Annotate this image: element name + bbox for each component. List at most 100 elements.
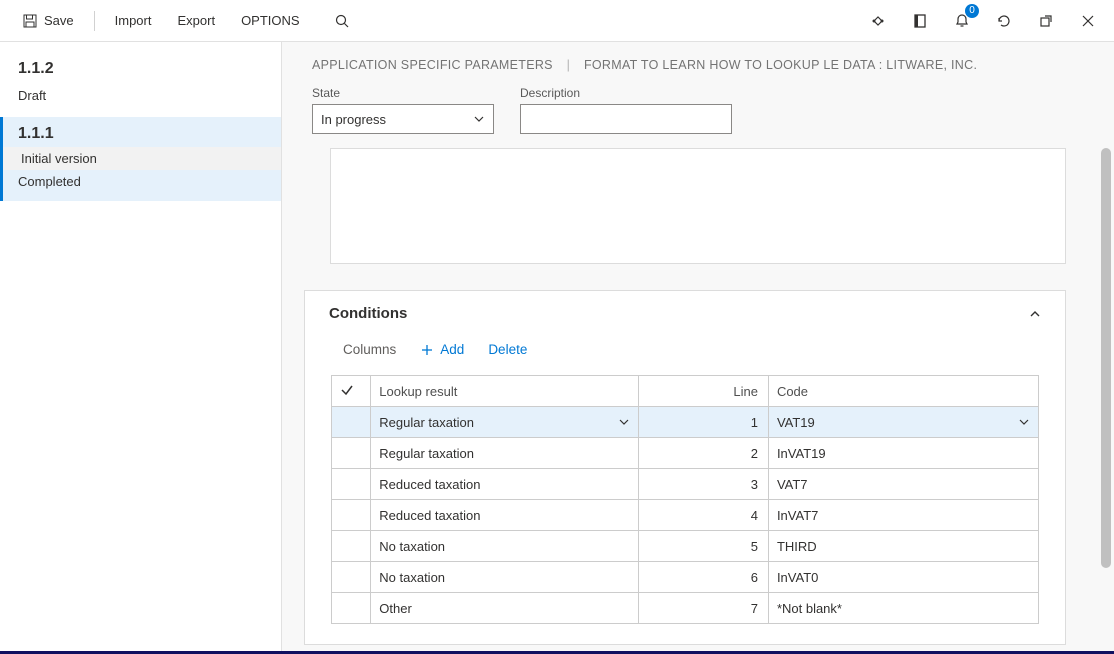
code-cell[interactable]: THIRD — [768, 531, 1038, 562]
delete-button[interactable]: Delete — [488, 342, 527, 357]
line-cell[interactable]: 6 — [638, 562, 768, 593]
version-number: 1.1.2 — [18, 60, 263, 78]
lookup-cell[interactable]: Regular taxation — [371, 407, 639, 438]
lookup-cell[interactable]: Reduced taxation — [371, 500, 639, 531]
lookup-value: Regular taxation — [379, 415, 474, 430]
separator — [94, 11, 95, 31]
row-check-cell[interactable] — [332, 593, 371, 624]
sidebar: 1.1.2 Draft 1.1.1 Initial version Comple… — [0, 42, 282, 654]
popout-icon — [1038, 13, 1054, 29]
notification-button[interactable]: 0 — [948, 7, 976, 35]
table-row[interactable]: Reduced taxation4InVAT7 — [332, 500, 1039, 531]
plus-icon — [420, 343, 434, 357]
form-row: State In progress Description — [312, 86, 1084, 134]
description-input[interactable] — [520, 104, 732, 134]
chevron-down-icon — [1018, 416, 1030, 428]
conditions-actions: Columns Add Delete — [305, 336, 1065, 369]
close-button[interactable] — [1074, 7, 1102, 35]
row-check-cell[interactable] — [332, 531, 371, 562]
refresh-button[interactable] — [990, 7, 1018, 35]
add-button[interactable]: Add — [420, 342, 464, 357]
table-row[interactable]: No taxation5THIRD — [332, 531, 1039, 562]
table-row[interactable]: Reduced taxation3VAT7 — [332, 469, 1039, 500]
blank-panel — [330, 148, 1066, 264]
office-icon-button[interactable] — [906, 7, 934, 35]
line-cell[interactable]: 7 — [638, 593, 768, 624]
toolbar-right: 0 — [864, 7, 1102, 35]
code-cell[interactable]: VAT7 — [768, 469, 1038, 500]
table-row[interactable]: Other7*Not blank* — [332, 593, 1039, 624]
lookup-cell[interactable]: Reduced taxation — [371, 469, 639, 500]
line-cell[interactable]: 4 — [638, 500, 768, 531]
row-check-cell[interactable] — [332, 562, 371, 593]
conditions-card: Conditions Columns Add Delete Loo — [304, 290, 1066, 645]
code-cell[interactable]: VAT19 — [768, 407, 1038, 438]
version-item-1-1-1[interactable]: 1.1.1 Initial version Completed — [0, 117, 281, 201]
content-area: APPLICATION SPECIFIC PARAMETERS | FORMAT… — [282, 42, 1114, 654]
description-field: Description — [520, 86, 732, 134]
refresh-icon — [996, 13, 1012, 29]
state-value: In progress — [321, 112, 386, 127]
lookup-cell[interactable]: Other — [371, 593, 639, 624]
export-button[interactable]: Export — [167, 7, 225, 34]
table-row[interactable]: No taxation6InVAT0 — [332, 562, 1039, 593]
conditions-header[interactable]: Conditions — [305, 291, 1065, 336]
version-number: 1.1.1 — [18, 125, 263, 143]
options-button[interactable]: OPTIONS — [231, 7, 310, 34]
notification-badge: 0 — [965, 4, 979, 18]
header-line[interactable]: Line — [638, 376, 768, 407]
conditions-table: Lookup result Line Code Regular taxation… — [331, 375, 1039, 624]
lookup-cell[interactable]: Regular taxation — [371, 438, 639, 469]
code-cell[interactable]: *Not blank* — [768, 593, 1038, 624]
popout-button[interactable] — [1032, 7, 1060, 35]
search-button[interactable] — [324, 7, 360, 35]
connector-icon — [870, 13, 886, 29]
state-dropdown[interactable]: In progress — [312, 104, 494, 134]
line-cell[interactable]: 1 — [638, 407, 768, 438]
save-label: Save — [44, 13, 74, 28]
row-check-cell[interactable] — [332, 407, 371, 438]
code-value: VAT19 — [777, 415, 815, 430]
row-check-cell[interactable] — [332, 438, 371, 469]
chevron-down-icon — [618, 416, 630, 428]
header-lookup[interactable]: Lookup result — [371, 376, 639, 407]
scrollbar[interactable] — [1098, 148, 1114, 568]
table-header-row: Lookup result Line Code — [332, 376, 1039, 407]
breadcrumb-part2: FORMAT TO LEARN HOW TO LOOKUP LE DATA : … — [584, 58, 977, 72]
state-field: State In progress — [312, 86, 494, 134]
options-label: OPTIONS — [241, 13, 300, 28]
columns-button[interactable]: Columns — [343, 342, 396, 357]
save-button[interactable]: Save — [12, 7, 84, 35]
checkmark-icon — [340, 383, 354, 397]
version-item-1-1-2[interactable]: 1.1.2 Draft — [0, 52, 281, 117]
table-row[interactable]: Regular taxation2InVAT19 — [332, 438, 1039, 469]
header-code[interactable]: Code — [768, 376, 1038, 407]
table-row[interactable]: Regular taxation 1 VAT19 — [332, 407, 1039, 438]
code-cell[interactable]: InVAT19 — [768, 438, 1038, 469]
conditions-title: Conditions — [329, 305, 407, 322]
export-label: Export — [177, 13, 215, 28]
lookup-cell[interactable]: No taxation — [371, 531, 639, 562]
row-check-cell[interactable] — [332, 469, 371, 500]
row-check-cell[interactable] — [332, 500, 371, 531]
chevron-down-icon — [473, 113, 485, 125]
state-label: State — [312, 86, 494, 100]
code-cell[interactable]: InVAT7 — [768, 500, 1038, 531]
breadcrumb: APPLICATION SPECIFIC PARAMETERS | FORMAT… — [312, 58, 1084, 72]
scrollbar-thumb[interactable] — [1101, 148, 1111, 568]
line-cell[interactable]: 5 — [638, 531, 768, 562]
lookup-cell[interactable]: No taxation — [371, 562, 639, 593]
breadcrumb-part1: APPLICATION SPECIFIC PARAMETERS — [312, 58, 553, 72]
import-button[interactable]: Import — [105, 7, 162, 34]
close-icon — [1081, 14, 1095, 28]
line-cell[interactable]: 3 — [638, 469, 768, 500]
save-icon — [22, 13, 38, 29]
line-cell[interactable]: 2 — [638, 438, 768, 469]
connector-icon-button[interactable] — [864, 7, 892, 35]
code-cell[interactable]: InVAT0 — [768, 562, 1038, 593]
add-label: Add — [440, 342, 464, 357]
header-check[interactable] — [332, 376, 371, 407]
chevron-up-icon — [1029, 308, 1041, 320]
toolbar-left: Save Import Export OPTIONS — [12, 7, 360, 35]
import-label: Import — [115, 13, 152, 28]
